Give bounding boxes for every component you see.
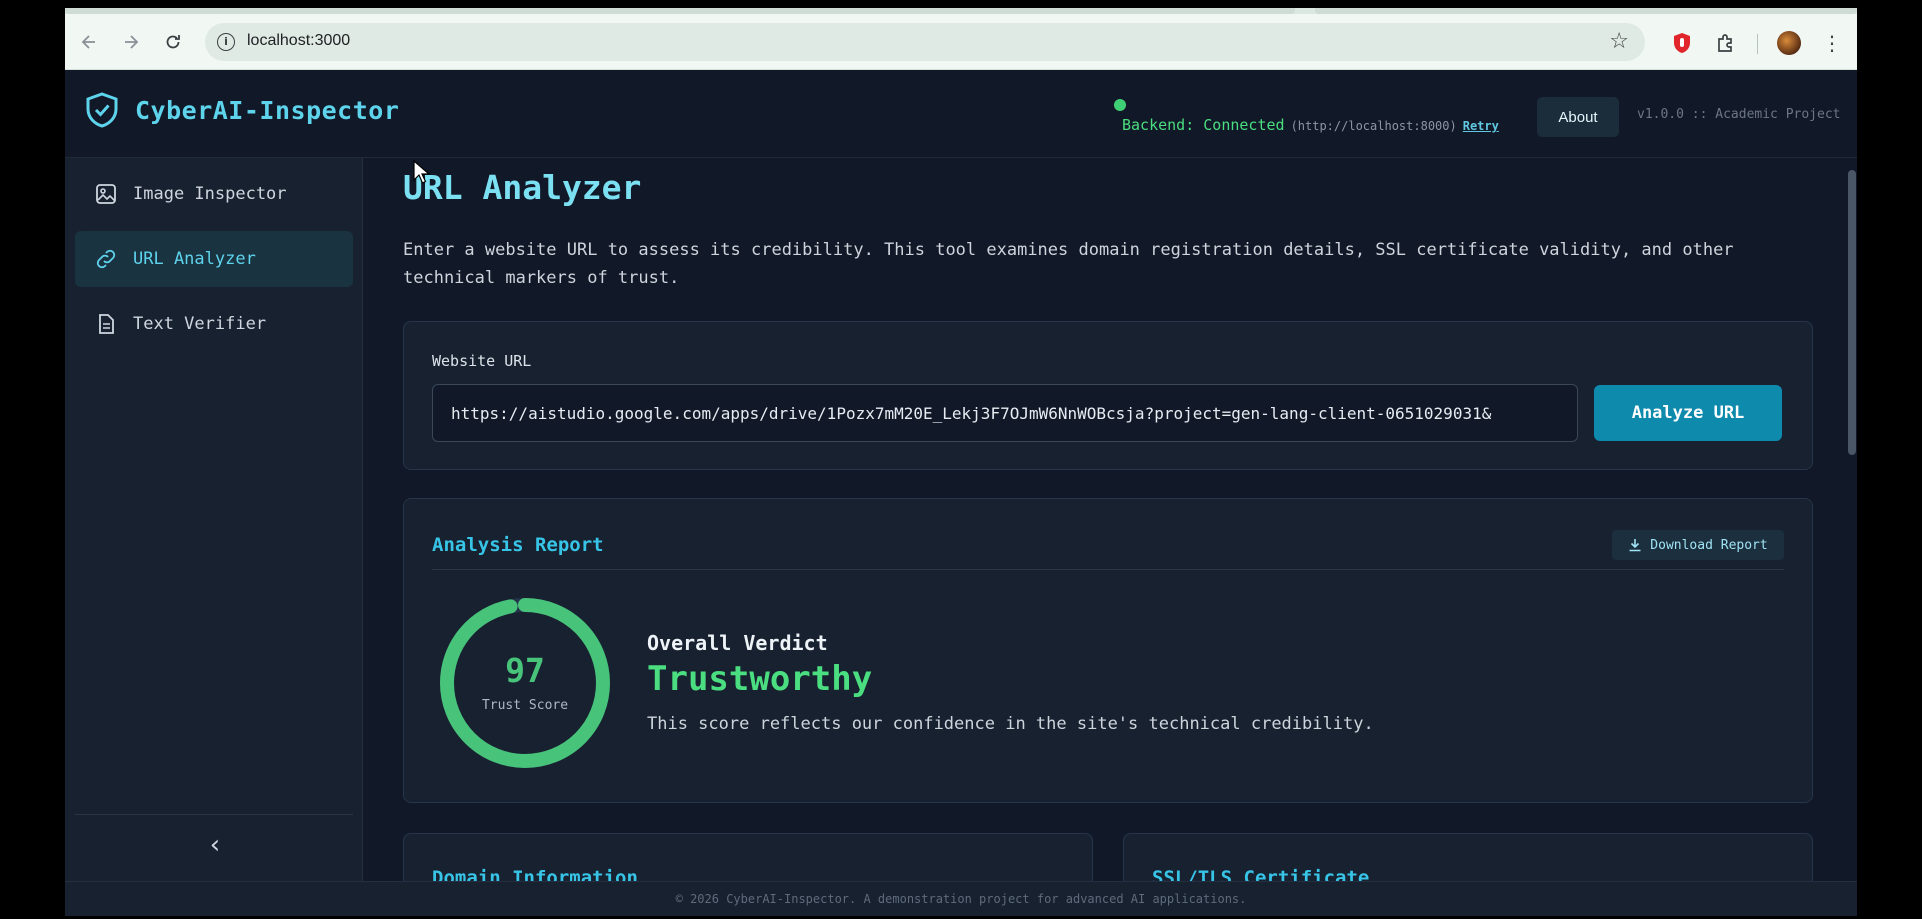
domain-information-card: Domain Information: [403, 833, 1093, 881]
image-icon: [96, 184, 116, 204]
sidebar-item-image-inspector[interactable]: Image Inspector: [75, 166, 353, 222]
status-text: Backend: Connected: [1122, 116, 1285, 134]
url-input[interactable]: [432, 384, 1578, 442]
download-report-button[interactable]: Download Report: [1612, 530, 1784, 560]
about-button[interactable]: About: [1537, 97, 1619, 137]
report-divider: [432, 569, 1784, 570]
link-icon: [96, 249, 116, 269]
page-title: URL Analyzer: [403, 168, 642, 207]
report-title: Analysis Report: [432, 534, 604, 556]
verdict-value: Trustworthy: [647, 659, 873, 699]
extension-shield-icon[interactable]: [1672, 32, 1692, 54]
status-indicator-dot: [1114, 99, 1126, 111]
toolbar-divider: [1757, 34, 1758, 54]
document-icon: [99, 314, 114, 334]
forward-icon[interactable]: [117, 28, 145, 56]
scrollbar-thumb[interactable]: [1848, 170, 1856, 455]
sidebar-item-label: Text Verifier: [133, 314, 267, 334]
main-content: URL Analyzer Enter a website URL to asse…: [363, 158, 1857, 881]
extensions-puzzle-icon[interactable]: [1715, 32, 1737, 54]
chevron-left-icon[interactable]: ‹: [200, 830, 230, 860]
address-bar[interactable]: i localhost:3000 ☆: [205, 23, 1645, 61]
sidebar-item-label: URL Analyzer: [133, 249, 256, 269]
browser-menu-icon[interactable]: ⋮: [1822, 30, 1842, 56]
app-title[interactable]: CyberAI-Inspector: [135, 96, 399, 125]
url-field-label: Website URL: [432, 352, 532, 370]
reload-icon[interactable]: [159, 28, 187, 56]
back-icon[interactable]: [75, 28, 103, 56]
sidebar-divider: [75, 814, 353, 815]
bookmark-star-icon[interactable]: ☆: [1609, 29, 1629, 54]
main-scrollbar[interactable]: [1847, 158, 1857, 881]
site-info-icon[interactable]: i: [217, 33, 235, 51]
ssl-certificate-card: SSL/TLS Certificate: [1123, 833, 1813, 881]
sidebar-item-url-analyzer[interactable]: URL Analyzer: [75, 231, 353, 287]
url-input-card: Website URL Analyze URL: [403, 321, 1813, 470]
analysis-report-card: Analysis Report Download Report 97 Trust…: [403, 498, 1813, 803]
sidebar-item-label: Image Inspector: [133, 184, 287, 204]
mouse-cursor-icon: [413, 160, 431, 184]
trust-score-label: Trust Score: [481, 698, 569, 713]
trust-score-value: 97: [505, 651, 545, 690]
ssl-certificate-title: SSL/TLS Certificate: [1152, 867, 1370, 881]
backend-url: (http://localhost:8000): [1290, 119, 1457, 133]
analyze-url-button[interactable]: Analyze URL: [1594, 385, 1782, 441]
shield-check-icon: [86, 92, 118, 128]
backend-status: Backend: Connected (http://localhost:8000…: [1122, 115, 1499, 134]
verdict-description: This score reflects our confidence in th…: [647, 714, 1374, 734]
sidebar: Image Inspector URL Analyzer Text Verifi…: [65, 158, 363, 881]
browser-toolbar: i localhost:3000 ☆ ⋮: [65, 14, 1857, 70]
footer: © 2026 CyberAI-Inspector. A demonstratio…: [65, 881, 1857, 916]
verdict-label: Overall Verdict: [647, 631, 828, 655]
app-header: CyberAI-Inspector Backend: Connected (htt…: [65, 70, 1857, 158]
address-url[interactable]: localhost:3000: [247, 32, 350, 50]
domain-information-title: Domain Information: [432, 867, 638, 881]
version-label: v1.0.0 :: Academic Project: [1637, 107, 1841, 122]
sidebar-item-text-verifier[interactable]: Text Verifier: [75, 296, 353, 352]
download-icon: [1629, 539, 1641, 552]
page-description: Enter a website URL to assess its credib…: [403, 240, 1734, 288]
profile-avatar[interactable]: [1777, 31, 1801, 55]
download-report-label: Download Report: [1650, 537, 1768, 553]
browser-window: i localhost:3000 ☆ ⋮ CyberAI-Inspector B…: [65, 8, 1857, 916]
retry-link[interactable]: Retry: [1463, 119, 1499, 133]
